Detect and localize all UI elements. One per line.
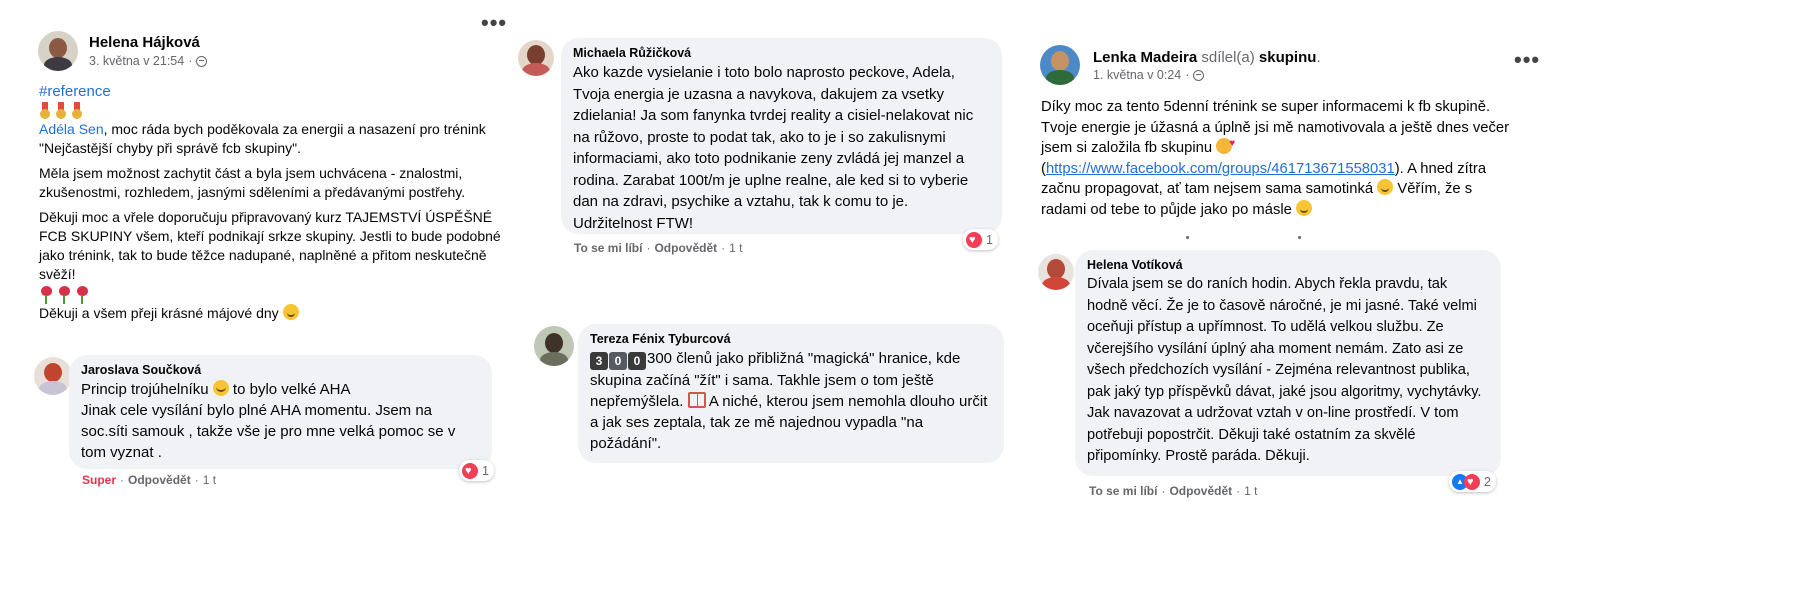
keycap-0-icon: 0 [609,352,627,370]
globe-icon [196,55,208,67]
shared-text: sdílel(a) [1201,49,1255,66]
comment-text: Ako kazde vysielanie i toto bolo naprost… [573,64,974,232]
avatar[interactable] [34,357,72,395]
post-date-text: 1. května v 0:24 [1093,68,1182,82]
comment-author[interactable]: Jaroslava Součková [81,363,480,377]
hashtag-link[interactable]: #reference [39,83,111,100]
post-date[interactable]: 3. května v 21:54 · [89,54,208,68]
avatar[interactable] [1040,45,1080,85]
rose-icon [57,286,71,304]
reaction-count-text: 1 [482,463,489,478]
comment-author[interactable]: Michaela Růžičková [573,46,990,60]
group-link[interactable]: skupinu [1259,49,1317,66]
roses-row [39,286,509,304]
post-header: Lenka Madeira sdílel(a) skupinu. [1093,49,1321,66]
comment-text: Dívala jsem se do raních hodin. Abych ře… [1087,276,1482,464]
reply-button[interactable]: Odpovědět [128,473,191,487]
more-options-button[interactable]: ••• [1514,49,1540,71]
rose-icon [75,286,89,304]
separator: · [194,473,199,487]
divider-dots [1186,236,1189,239]
heart-icon [462,462,478,479]
reply-button[interactable]: Odpovědět [1169,484,1232,498]
mention-link[interactable]: Adéla Sen [39,121,104,137]
post-date[interactable]: 1. května v 0:24 · [1093,68,1205,82]
post-author[interactable]: Lenka Madeira [1093,49,1197,66]
comment-line-1b: to bylo velké AHA [232,381,351,398]
avatar[interactable] [534,326,574,366]
medal-icon [55,102,67,120]
globe-icon [1193,69,1205,81]
comment-author[interactable]: Helena Votíková [1087,258,1489,272]
reaction-count[interactable]: 1 [459,460,494,481]
avatar[interactable] [38,31,78,71]
reaction-count-text: 2 [1484,474,1491,489]
reaction-count-text: 1 [986,232,993,247]
smile-emoji-icon [282,304,299,320]
comment-bubble: Michaela Růžičková Ako kazde vysielanie … [561,38,1002,234]
post-text-a: Díky moc za tento 5denní trénink se supe… [1041,99,1510,156]
post-intro: , moc ráda bych poděkovala za energii a … [39,121,486,156]
rose-icon [39,286,53,304]
medal-icon [71,102,83,120]
like-button[interactable]: To se mi líbí [574,241,642,255]
separator: · [721,241,726,255]
avatar[interactable] [518,40,554,76]
post-date-text: 3. května v 21:54 [89,54,185,68]
post-paragraph-2: Měla jsem možnost zachytit část a byla j… [39,165,466,200]
separator: · [1236,484,1241,498]
reply-button[interactable]: Odpovědět [654,241,717,255]
medal-icon [39,102,51,120]
comment-time[interactable]: 1 t [1244,484,1257,498]
separator: · [1185,68,1190,82]
comment-rest: Jinak cele vysílání bylo plné AHA moment… [81,402,456,461]
comment-actions: Super · Odpovědět · 1 t [82,473,216,487]
reaction-count[interactable]: 1 [963,229,998,250]
grin-emoji-icon [212,380,229,396]
more-options-button[interactable]: ••• [481,12,507,34]
smile-emoji-icon [1296,199,1313,216]
comment-bubble: Tereza Fénix Tyburcová 3 0 0 300 členů jako… [578,324,1004,463]
reaction-count[interactable]: 2 [1449,471,1496,492]
comment-time[interactable]: 1 t [203,473,216,487]
comment-text: 3 0 0 300 členů jako přibližná "magická" hr… [590,348,992,454]
group-url-link[interactable]: https://www.facebook.com/groups/46171367… [1046,161,1395,177]
avatar[interactable] [1038,254,1074,290]
separator: · [188,54,193,68]
period: . [1316,49,1321,66]
divider-dots [1298,236,1301,239]
post-body: Díky moc za tento 5denní trénink se supe… [1041,97,1521,220]
comment-bubble: Helena Votíková Dívala jsem se do raních… [1075,250,1501,476]
heart-icon [966,231,982,248]
love-face-emoji-icon [1216,134,1235,155]
post-body: #reference Adéla Sen, moc ráda bych podě… [39,82,509,329]
like-button[interactable]: To se mi líbí [1089,484,1157,498]
separator: · [120,473,125,487]
medals-row [39,102,509,120]
separator: · [646,241,651,255]
book-icon [687,392,706,408]
super-reaction-button[interactable]: Super [82,473,116,487]
keycap-3-icon: 3 [590,352,608,370]
comment-author[interactable]: Tereza Fénix Tyburcová [590,332,992,346]
comment-actions: To se mi líbí · Odpovědět · 1 t [1089,484,1257,498]
post-closing: Děkuji a všem přeji krásné májové dny [39,305,279,321]
comment-actions: To se mi líbí · Odpovědět · 1 t [574,241,742,255]
heart-icon [1464,473,1480,490]
comment-bubble: Jaroslava Součková Princip trojúhelníku … [69,355,492,469]
post-paragraph-3: Děkuji moc a vřele doporučuju připravova… [39,209,501,282]
separator: · [1161,484,1166,498]
post-author[interactable]: Helena Hájková [89,34,200,51]
comment-text: Princip trojúhelníku to bylo velké AHA J… [81,379,480,463]
comment-time[interactable]: 1 t [729,241,742,255]
smile-emoji-icon [1377,179,1394,195]
keycap-0-icon: 0 [628,352,646,370]
comment-line-1a: Princip trojúhelníku [81,381,209,398]
